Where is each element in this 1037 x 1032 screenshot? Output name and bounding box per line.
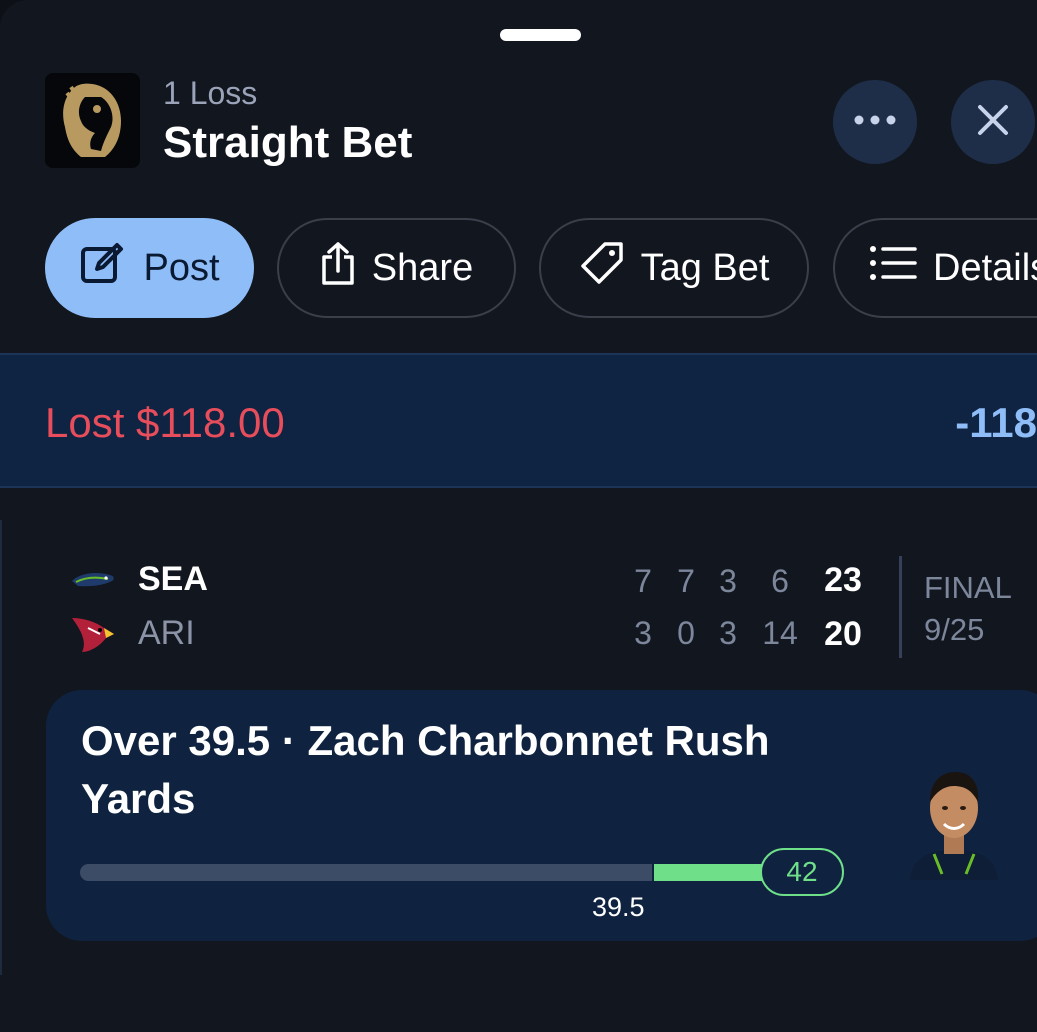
more-dots-icon (853, 113, 897, 131)
line-value-label: 39.5 (592, 892, 645, 922)
list-icon (869, 245, 917, 291)
share-icon (320, 241, 356, 295)
progress-fill-over-line (654, 864, 766, 881)
lion-logo-icon (45, 73, 140, 168)
quarter-score: 3 (634, 615, 652, 651)
score-divider (899, 556, 902, 658)
team-abbr: SEA (138, 560, 208, 598)
progress-track (80, 864, 652, 881)
quarter-score: 7 (634, 563, 652, 599)
close-icon (977, 104, 1009, 141)
leg-connector-line (0, 520, 2, 975)
quarter-score: 6 (771, 563, 789, 599)
team-row-ari: ARI (70, 614, 195, 653)
bet-leg-card[interactable]: Over 39.5 · Zach Charbonnet Rush Yards 4… (46, 690, 1037, 941)
final-score: 20 (824, 615, 862, 653)
bet-odds: -118 (955, 399, 1037, 446)
quarter-score: 3 (719, 563, 737, 599)
final-score: 23 (824, 561, 862, 599)
team-abbr: ARI (138, 614, 195, 652)
bet-status-label: 1 Loss (163, 75, 258, 111)
quarter-score: 14 (762, 615, 798, 651)
team-row-sea: SEA (70, 560, 208, 599)
post-label: Post (143, 246, 220, 289)
bet-result-banner: Lost $118.00 -118 (0, 353, 1037, 488)
close-button[interactable] (951, 80, 1035, 164)
share-label: Share (371, 246, 474, 289)
actual-value-badge: 42 (760, 848, 844, 896)
player-headshot-icon (906, 762, 1002, 880)
tag-icon (579, 240, 625, 296)
more-options-button[interactable] (833, 80, 917, 164)
details-button[interactable]: Details (833, 218, 1037, 318)
game-date: 9/25 (924, 612, 985, 647)
cardinal-logo-icon (70, 615, 116, 653)
game-status: FINAL (924, 570, 1012, 605)
share-button[interactable]: Share (277, 218, 516, 318)
details-label: Details (933, 246, 1037, 289)
quarter-score: 3 (719, 615, 737, 651)
result-amount: Lost $118.00 (45, 399, 285, 446)
tag-bet-button[interactable]: Tag Bet (539, 218, 809, 318)
post-button[interactable]: Post (45, 218, 254, 318)
quarter-score: 7 (677, 563, 695, 599)
bet-detail-sheet: 1 Loss Straight Bet Post Share Tag Bet D… (0, 0, 1037, 1032)
quarter-score: 0 (677, 615, 695, 651)
seahawk-logo-icon (70, 561, 116, 599)
sheet-grabber[interactable] (500, 29, 581, 41)
tag-bet-label: Tag Bet (640, 246, 770, 289)
leg-title: Over 39.5 · Zach Charbonnet Rush Yards (81, 717, 770, 822)
bet-type-title: Straight Bet (163, 118, 413, 167)
compose-icon (79, 239, 127, 297)
